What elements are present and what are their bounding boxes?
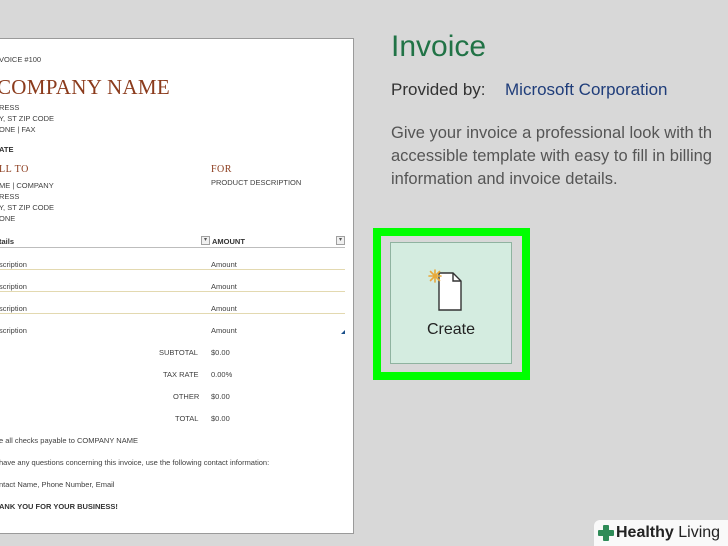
- watermark-brand-bold: Healthy: [616, 524, 674, 541]
- watermark-text: Healthy Living: [616, 524, 720, 542]
- header-divider: [0, 247, 345, 248]
- row-divider: [0, 291, 345, 292]
- details-header: tails: [0, 237, 15, 246]
- bill-to-line-1: ME | COMPANY: [0, 181, 54, 190]
- note-questions: have any questions concerning this invoi…: [0, 458, 270, 467]
- description-line: information and invoice details.: [391, 170, 618, 188]
- watermark: Healthy Living: [594, 520, 728, 546]
- total-label: TOTAL: [175, 414, 199, 423]
- provided-by-link[interactable]: Microsoft Corporation: [505, 80, 668, 100]
- healthy-living-logo-icon: [598, 525, 614, 541]
- row-divider: [0, 313, 345, 314]
- row-3-description: scription: [0, 304, 27, 313]
- date-label: ATE: [0, 145, 14, 154]
- details-filter-icon: ▾: [201, 236, 210, 245]
- bill-to-label: LL TO: [0, 164, 29, 175]
- new-document-icon: [428, 269, 462, 311]
- row-4-amount: Amount: [211, 326, 237, 335]
- row-divider: [0, 269, 345, 270]
- subtotal-label: SUBTOTAL: [159, 348, 198, 357]
- address-line-1: RESS: [0, 103, 20, 112]
- template-title: Invoice: [391, 30, 487, 63]
- invoice-preview: VOICE #100 COMPANY NAME RESS Y, ST ZIP C…: [0, 38, 354, 534]
- table-resize-handle: [341, 330, 345, 334]
- thank-you-note: ANK YOU FOR YOUR BUSINESS!: [0, 502, 118, 511]
- tax-rate-value: 0.00%: [211, 370, 233, 379]
- address-line-2: Y, ST ZIP CODE: [0, 114, 55, 123]
- bill-to-line-3: Y, ST ZIP CODE: [0, 203, 55, 212]
- tax-rate-label: TAX RATE: [163, 370, 199, 379]
- amount-header: AMOUNT: [212, 237, 245, 246]
- note-checks-payable: e all checks payable to COMPANY NAME: [0, 436, 138, 445]
- row-1-description: scription: [0, 260, 27, 269]
- row-2-description: scription: [0, 282, 27, 291]
- subtotal-value: $0.00: [211, 348, 230, 357]
- row-2-amount: Amount: [211, 282, 237, 291]
- invoice-number: VOICE #100: [0, 55, 42, 64]
- description-line: Give your invoice a professional look wi…: [391, 124, 712, 142]
- watermark-brand-rest: Living: [673, 524, 721, 541]
- total-value: $0.00: [211, 414, 230, 423]
- note-contact: ntact Name, Phone Number, Email: [0, 480, 115, 489]
- company-name: COMPANY NAME: [0, 75, 170, 99]
- bill-to-line-4: ONE: [0, 214, 16, 223]
- create-button-label: Create: [426, 321, 476, 338]
- bill-to-line-2: RESS: [0, 192, 20, 201]
- description-line: accessible template with easy to fill in…: [391, 147, 712, 165]
- address-line-3: ONE | FAX: [0, 125, 36, 134]
- row-3-amount: Amount: [211, 304, 237, 313]
- amount-filter-icon: ▾: [336, 236, 345, 245]
- row-4-description: scription: [0, 326, 27, 335]
- provided-by-label: Provided by:: [391, 80, 486, 99]
- other-value: $0.00: [211, 392, 230, 401]
- template-description: Give your invoice a professional look wi…: [391, 122, 728, 191]
- other-label: OTHER: [173, 392, 200, 401]
- create-button[interactable]: Create: [390, 242, 512, 364]
- row-1-amount: Amount: [211, 260, 237, 269]
- for-label: FOR: [211, 164, 232, 175]
- for-value: PRODUCT DESCRIPTION: [211, 178, 302, 187]
